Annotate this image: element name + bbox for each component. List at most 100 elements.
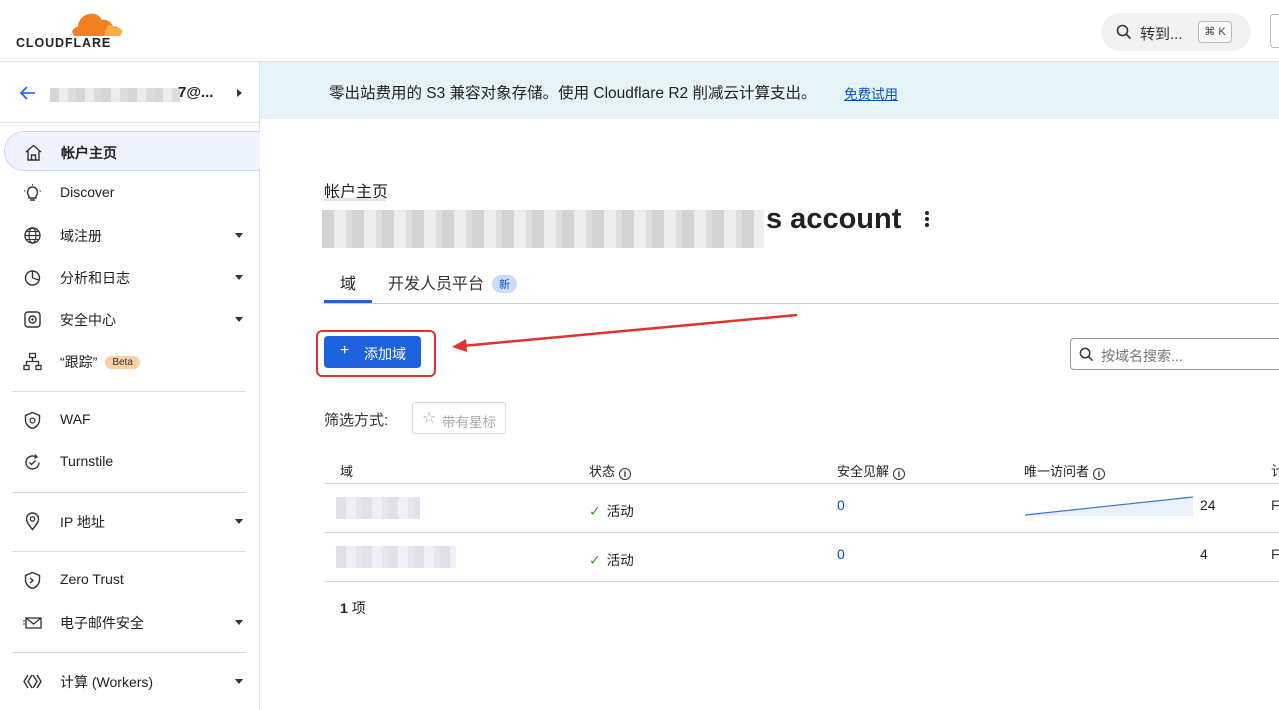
checkmark-icon: ✓: [589, 552, 601, 568]
sidebar-item-workers[interactable]: 计算 (Workers): [4, 661, 260, 701]
tab-bar: 域 开发人员平台新: [324, 260, 1279, 304]
add-domain-button[interactable]: + 添加域: [324, 336, 421, 368]
goto-search-button[interactable]: 转到... ⌘ K: [1101, 13, 1251, 51]
info-icon[interactable]: i: [619, 468, 632, 480]
sidebar-item-label: Turnstile: [60, 453, 114, 469]
search-icon: [1079, 347, 1094, 362]
chevron-down-icon: [235, 317, 243, 322]
sidebar-divider: [12, 652, 246, 653]
starred-filter-button[interactable]: ☆ 带有星标: [412, 402, 506, 434]
search-placeholder: 按域名搜索...: [1101, 348, 1183, 364]
account-name-redacted: [50, 88, 180, 102]
column-header-security-insights[interactable]: 安全见解 i: [837, 461, 906, 480]
sidebar-item-label: 安全中心: [60, 312, 116, 328]
sidebar-item-label: WAF: [60, 411, 91, 427]
tab-label: 开发人员平台: [388, 276, 485, 293]
status-active: ✓ 活动: [589, 500, 634, 520]
plus-icon: +: [340, 342, 350, 359]
goto-label: 转到...: [1140, 26, 1183, 43]
chevron-down-icon: [235, 620, 243, 625]
sidebar-item-label: 分析和日志: [60, 270, 130, 286]
sidebar-item-label: IP 地址: [60, 514, 105, 530]
item-count: 1 项: [340, 598, 366, 618]
sidebar-item-analytics-logs[interactable]: 分析和日志: [4, 257, 260, 297]
column-label: 域: [340, 464, 354, 479]
tab-domains[interactable]: 域: [340, 270, 356, 294]
unique-visitors-count: 4: [1200, 546, 1208, 562]
globe-icon: [24, 227, 41, 244]
cloudflare-logo[interactable]: CLOUDFLARE: [16, 10, 126, 50]
item-count-number: 1: [340, 600, 348, 616]
sidebar-item-zero-trust[interactable]: Zero Trust: [4, 560, 260, 600]
table-divider: [324, 532, 1279, 533]
security-insights-link[interactable]: 0: [837, 546, 845, 562]
tab-label: 域: [340, 276, 357, 293]
page-title: s account: [766, 203, 902, 235]
sidebar-item-trace[interactable]: “跟踪” Beta: [4, 341, 260, 381]
sidebar-item-label: “跟踪”: [60, 354, 98, 370]
filter-label: 筛选方式:: [324, 412, 389, 429]
info-icon[interactable]: i: [1093, 468, 1106, 480]
back-arrow-icon[interactable]: [19, 84, 37, 102]
plan-clipped: F: [1271, 497, 1279, 513]
account-switcher[interactable]: 7@...: [0, 62, 259, 123]
unique-visitors-count: 24: [1200, 497, 1216, 513]
logo-wordmark: CLOUDFLARE: [16, 36, 112, 50]
column-header-domain[interactable]: 域: [340, 461, 353, 480]
column-label: 安全见解: [837, 464, 890, 479]
column-label: 唯一访问者: [1024, 464, 1090, 479]
starred-label: 带有星标: [442, 415, 496, 430]
table-divider: [324, 483, 1279, 484]
sidebar-item-turnstile[interactable]: Turnstile: [4, 442, 260, 482]
workers-icon: [23, 674, 42, 689]
top-bar: CLOUDFLARE 转到... ⌘ K: [0, 0, 1279, 62]
item-count-unit: 项: [351, 600, 366, 616]
turnstile-icon: [25, 454, 40, 470]
breadcrumb-redacted-underline: [324, 198, 386, 201]
sidebar-item-domain-registration[interactable]: 域注册: [4, 215, 260, 255]
sidebar-item-discover[interactable]: Discover: [4, 173, 260, 213]
domain-search-input[interactable]: 按域名搜索...: [1070, 338, 1279, 370]
sidebar-item-label: 域注册: [60, 228, 102, 244]
column-header-status[interactable]: 状态 i: [589, 461, 632, 480]
sidebar-item-ip-addresses[interactable]: IP 地址: [4, 501, 260, 541]
chevron-down-icon: [235, 233, 243, 238]
star-icon: ☆: [422, 410, 437, 427]
status-text: 活动: [606, 553, 634, 568]
security-insights-link[interactable]: 0: [837, 497, 845, 513]
annotation-arrow-icon: [452, 313, 798, 352]
pie-chart-icon: [24, 270, 41, 286]
sidebar: 7@... 帐户主页 Discover 域注册 分析和日志 安全中心 “跟踪” B…: [0, 62, 260, 710]
sidebar-item-label-wrap: “跟踪” Beta: [60, 352, 140, 372]
domain-name-redacted[interactable]: [336, 546, 456, 568]
chevron-down-icon: [235, 679, 243, 684]
location-pin-icon: [25, 512, 40, 531]
status-active: ✓ 活动: [589, 549, 634, 569]
shortcut-key: ⌘ K: [1198, 21, 1232, 43]
sidebar-item-label: Discover: [60, 184, 115, 200]
sidebar-item-security-center[interactable]: 安全中心: [4, 299, 260, 339]
network-icon: [23, 352, 42, 371]
chevron-down-icon: [235, 519, 243, 524]
search-icon: [1116, 24, 1132, 40]
waf-shield-icon: [24, 411, 41, 430]
free-trial-link[interactable]: 免费试用: [844, 83, 898, 103]
column-header-unique-visitors[interactable]: 唯一访问者 i: [1024, 461, 1106, 480]
banner-text: 零出站费用的 S3 兼容对象存储。使用 Cloudflare R2 削减云计算支…: [329, 85, 817, 102]
more-options-icon[interactable]: [921, 210, 933, 230]
account-menu-button[interactable]: [1270, 14, 1279, 48]
email-shield-icon: [23, 617, 42, 629]
info-icon[interactable]: i: [893, 468, 906, 480]
chevron-right-icon: [237, 89, 242, 97]
sidebar-item-label: Zero Trust: [60, 571, 124, 587]
lightbulb-icon: [24, 184, 41, 201]
sidebar-divider: [12, 492, 246, 493]
tab-developer-platform[interactable]: 开发人员平台新: [388, 270, 518, 294]
home-icon: [25, 144, 42, 161]
chevron-down-icon: [235, 275, 243, 280]
sidebar-item-waf[interactable]: WAF: [4, 400, 260, 440]
sidebar-item-email-security[interactable]: 电子邮件安全: [4, 602, 260, 642]
visitors-sparkline: [1024, 496, 1194, 516]
sidebar-item-account-home[interactable]: 帐户主页: [4, 131, 260, 171]
domain-name-redacted[interactable]: [336, 497, 420, 519]
